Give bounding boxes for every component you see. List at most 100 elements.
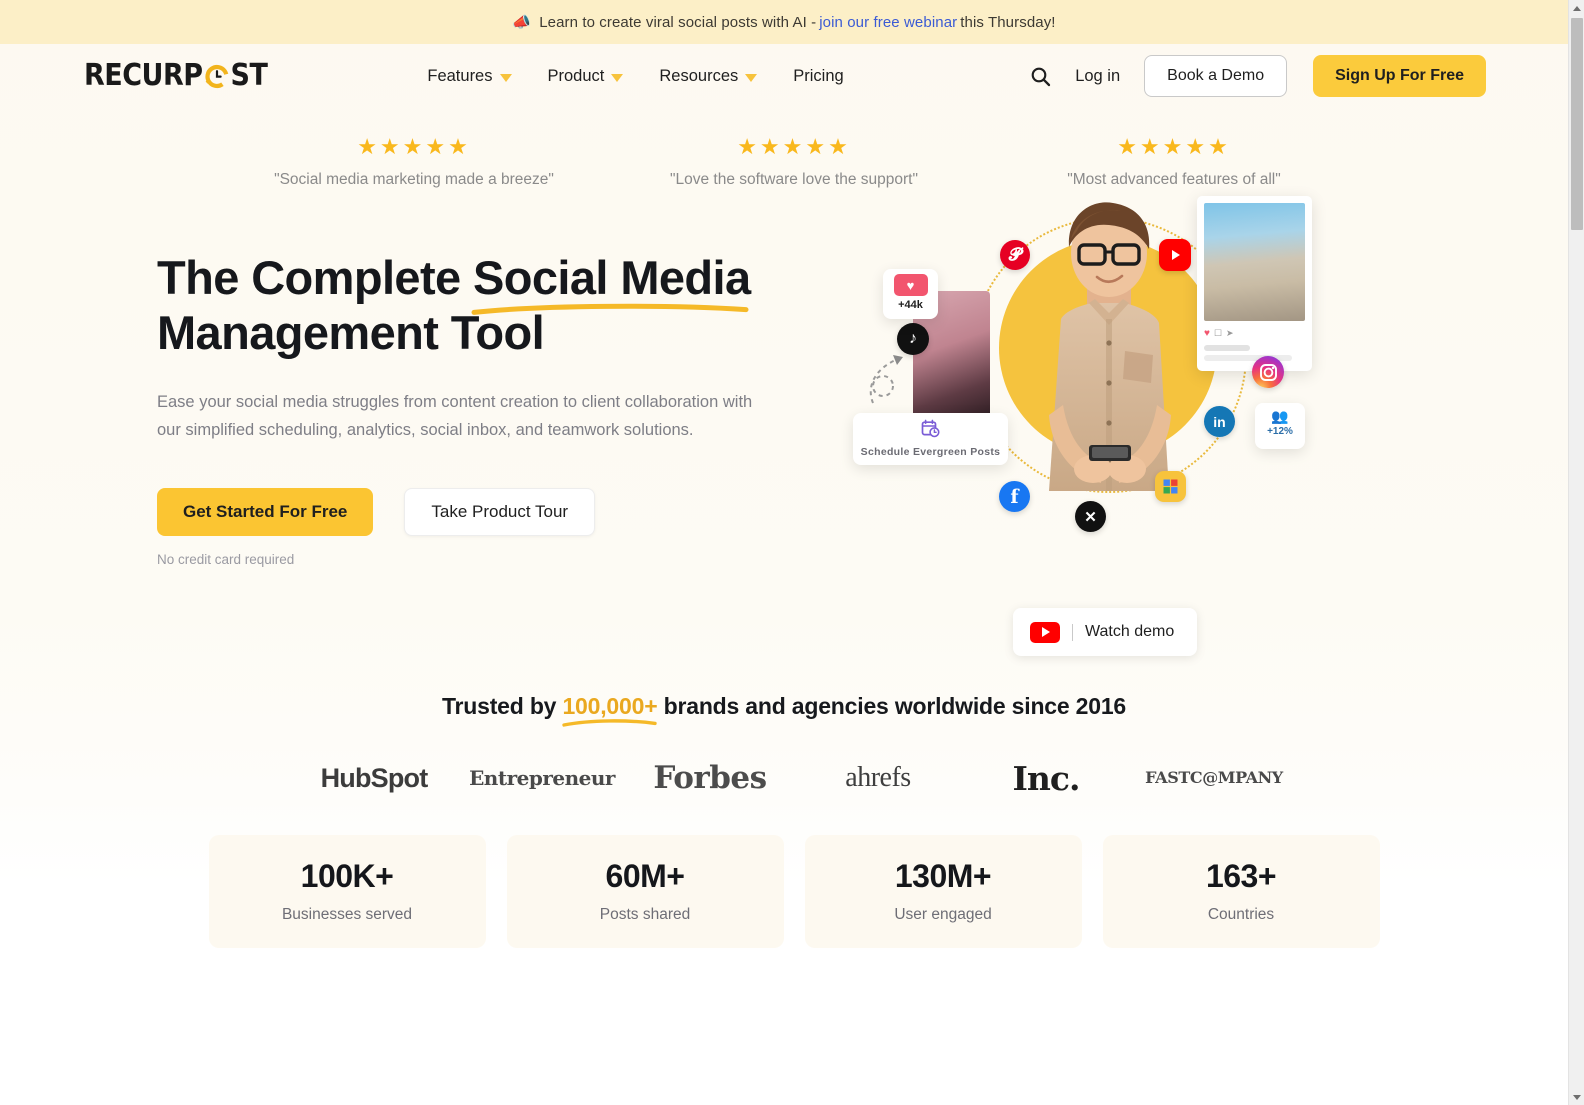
- beach-photo: [1204, 203, 1305, 321]
- chevron-down-icon: [745, 73, 758, 82]
- divider: [1072, 623, 1073, 641]
- star-rating-icon: ★★★★★: [357, 134, 471, 159]
- person-photo: [1049, 202, 1171, 491]
- stat-card-users: 130M+ User engaged: [804, 834, 1082, 948]
- nav-item-resources[interactable]: Resources: [659, 66, 758, 86]
- page-title: The Complete Social Media Management Too…: [157, 251, 837, 361]
- underline-swoosh-icon: [562, 718, 658, 727]
- x-twitter-icon: ✕: [1075, 501, 1106, 532]
- hero-cta-group: Get Started For Free Take Product Tour: [157, 487, 837, 536]
- comment-icon: ☐: [1213, 328, 1223, 338]
- stat-card-businesses: 100K+ Businesses served: [208, 834, 486, 948]
- nav-label: Product: [547, 66, 605, 85]
- product-tour-button[interactable]: Take Product Tour: [404, 487, 596, 536]
- stat-card-countries: 163+ Countries: [1102, 834, 1380, 948]
- recurpost-logo[interactable]: RECURP ST: [84, 58, 268, 93]
- scroll-up-arrow-icon[interactable]: [1569, 0, 1584, 16]
- facebook-icon: f: [999, 481, 1030, 512]
- book-demo-button[interactable]: Book a Demo: [1144, 55, 1288, 97]
- webinar-link[interactable]: join our free webinar: [819, 14, 957, 31]
- no-credit-card-note: No credit card required: [157, 551, 295, 567]
- review-item: ★★★★★ "Most advanced features of all": [1014, 136, 1334, 189]
- heart-icon: ♥: [893, 274, 928, 296]
- schedule-card-label: Schedule Evergreen Posts: [860, 446, 1001, 458]
- login-link[interactable]: Log in: [1075, 67, 1120, 86]
- google-business-icon: [1155, 471, 1186, 502]
- review-strip: ★★★★★ "Social media marketing made a bre…: [0, 136, 1568, 189]
- trusted-heading: Trusted by 100,000+ brands and agencies …: [0, 692, 1568, 727]
- brand-logo-fastcompany: FASTC@MPANY: [1145, 768, 1283, 788]
- nav-item-product[interactable]: Product: [548, 67, 624, 86]
- nav-item-pricing[interactable]: Pricing: [793, 67, 843, 86]
- trusted-text-before: Trusted by: [441, 692, 563, 719]
- youtube-play-icon: [1030, 621, 1060, 643]
- stats-row: 100K+ Businesses served 60M+ Posts share…: [0, 834, 1568, 948]
- calendar-clock-icon: [853, 419, 1008, 441]
- instagram-icon: [1252, 356, 1284, 388]
- stat-label: User engaged: [894, 906, 992, 924]
- youtube-icon: [1159, 239, 1191, 271]
- review-item: ★★★★★ "Social media marketing made a bre…: [254, 136, 574, 189]
- hero-content: The Complete Social Media Management Too…: [157, 229, 837, 567]
- stat-label: Businesses served: [281, 906, 413, 924]
- announcement-banner: 📣 Learn to create viral social posts wit…: [0, 0, 1568, 44]
- brand-logo-hubspot: HubSpot: [320, 762, 429, 793]
- scroll-down-arrow-icon[interactable]: [1569, 1089, 1584, 1105]
- page-root: 📣 Learn to create viral social posts wit…: [0, 0, 1568, 1105]
- main-navigation: Features Product Resources Pricing: [427, 67, 843, 86]
- logo-text-1: RECURP: [84, 58, 203, 93]
- stat-card-posts: 60M+ Posts shared: [506, 834, 784, 948]
- hero-title-part1: The Complete: [157, 251, 474, 304]
- review-quote: "Love the software love the support": [670, 171, 918, 188]
- brand-logo-ahrefs: ahrefs: [845, 762, 911, 794]
- nav-label: Resources: [659, 66, 739, 85]
- linkedin-icon: in: [1204, 406, 1235, 437]
- watch-demo-button[interactable]: Watch demo: [1013, 608, 1197, 656]
- signup-button[interactable]: Sign Up For Free: [1313, 55, 1486, 97]
- nav-label: Features: [427, 66, 493, 85]
- stat-value: 100K+: [300, 858, 394, 895]
- likes-count: +44k: [898, 299, 923, 311]
- get-started-button[interactable]: Get Started For Free: [157, 487, 374, 536]
- brand-logo-row: HubSpot Entrepreneur Forbes ahrefs Inc. …: [0, 762, 1568, 795]
- stat-label: Posts shared: [599, 906, 691, 924]
- star-rating-icon: ★★★★★: [737, 134, 851, 159]
- search-icon[interactable]: [1023, 59, 1057, 93]
- pinterest-icon: 𝓟: [1000, 240, 1030, 270]
- share-icon: ➤: [1226, 328, 1234, 338]
- nav-item-features[interactable]: Features: [427, 66, 512, 86]
- stat-value: 60M+: [605, 858, 685, 895]
- hero-section: The Complete Social Media Management Too…: [0, 196, 1568, 567]
- schedule-evergreen-card: Schedule Evergreen Posts: [853, 413, 1008, 465]
- post-actions-row: ♥ ☐ ➤: [1204, 328, 1305, 339]
- recurpost-clock-icon: [204, 63, 230, 89]
- stat-value: 130M+: [894, 858, 992, 895]
- brand-logo-entrepreneur: Entrepreneur: [469, 766, 615, 791]
- stat-value: 163+: [1205, 858, 1277, 895]
- trusted-by-section: Trusted by 100,000+ brands and agencies …: [0, 693, 1568, 795]
- brand-logo-inc: Inc.: [1012, 758, 1080, 798]
- brand-logo-forbes: Forbes: [653, 759, 767, 796]
- followers-badge-card: 👥 +12%: [1255, 403, 1305, 449]
- banner-text-after: this Thursday!: [960, 13, 1056, 31]
- megaphone-icon: 📣: [512, 13, 532, 31]
- hero-subtitle: Ease your social media struggles from co…: [157, 392, 753, 440]
- tiktok-icon: ♪: [897, 323, 929, 355]
- trusted-highlight-wrap: 100,000+: [562, 693, 658, 727]
- header-actions: Log in Book a Demo Sign Up For Free: [1023, 55, 1486, 97]
- review-item: ★★★★★ "Love the software love the suppor…: [634, 136, 954, 189]
- heart-icon: ♥: [1204, 328, 1210, 339]
- trusted-text-after: brands and agencies worldwide since 2016: [657, 692, 1127, 719]
- scrollbar-thumb[interactable]: [1571, 18, 1583, 230]
- hero-title-highlight-wrap: Social Media: [471, 251, 751, 315]
- watch-demo-label: Watch demo: [1085, 623, 1175, 640]
- banner-text-before: Learn to create viral social posts with …: [539, 13, 817, 31]
- vertical-scrollbar[interactable]: [1568, 0, 1584, 1105]
- star-rating-icon: ★★★★★: [1117, 134, 1231, 159]
- followers-growth: +12%: [1267, 425, 1293, 437]
- underline-swoosh-icon: [471, 303, 749, 315]
- site-header: RECURP ST Features Product Resources Pri…: [0, 44, 1568, 108]
- nav-label: Pricing: [793, 66, 844, 85]
- review-quote: "Most advanced features of all": [1067, 171, 1281, 188]
- people-icon: 👥: [1271, 408, 1289, 424]
